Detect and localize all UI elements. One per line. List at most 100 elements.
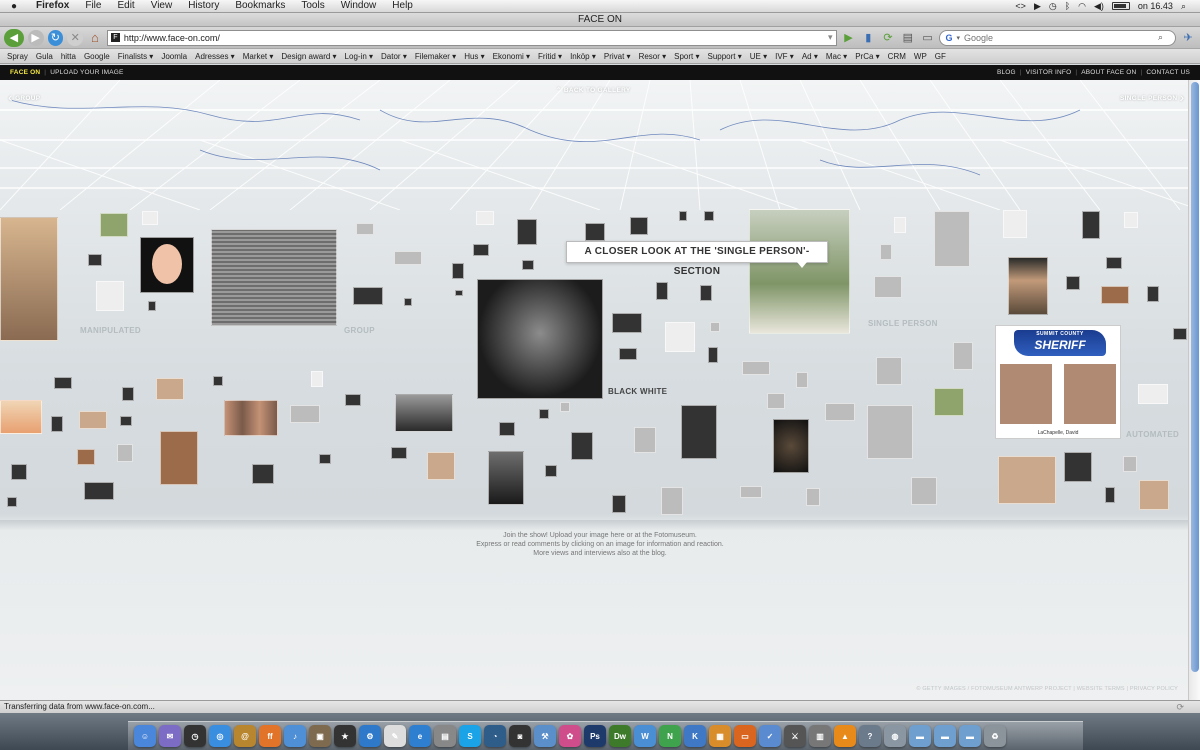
bookmark-item[interactable]: Ad ▾ — [798, 52, 822, 61]
dock-xcode-icon[interactable]: ⚒ — [534, 725, 556, 747]
gallery-thumbnail[interactable] — [100, 213, 128, 237]
gallery-thumbnail[interactable] — [473, 244, 489, 256]
gallery-thumbnail[interactable] — [117, 444, 133, 462]
sync-bookmarks-icon[interactable]: ⟳ — [880, 30, 896, 46]
gallery-thumbnail[interactable] — [120, 416, 132, 426]
gallery-thumbnail[interactable] — [122, 387, 134, 401]
menubar-clock[interactable]: on 16.43 — [1138, 1, 1173, 11]
dock-folder-1-icon[interactable]: ▬ — [909, 725, 931, 747]
gallery-thumbnail[interactable] — [767, 393, 785, 409]
dock-folder-3-icon[interactable]: ▬ — [959, 725, 981, 747]
dock-safari-icon[interactable]: ◎ — [209, 725, 231, 747]
menu-edit[interactable]: Edit — [109, 0, 142, 12]
gallery-thumbnail[interactable] — [54, 377, 72, 389]
gallery-thumbnail[interactable] — [1064, 452, 1092, 482]
gallery-thumbnail[interactable] — [353, 287, 383, 305]
bookmark-item[interactable]: Filemaker ▾ — [411, 52, 460, 61]
dock-skype-icon[interactable]: S — [459, 725, 481, 747]
about-link[interactable]: ABOUT FACE ON — [1081, 69, 1136, 76]
back-arrow-icon[interactable]: ◀ — [4, 28, 24, 47]
gallery-thumbnail[interactable] — [656, 282, 668, 300]
gallery-photo-bw-portrait[interactable] — [681, 405, 717, 459]
gallery-photo-curly-hair[interactable] — [773, 419, 809, 473]
bookmark-item[interactable]: Resor ▾ — [635, 52, 671, 61]
gallery-thumbnail[interactable] — [311, 371, 323, 387]
gallery-thumbnail[interactable] — [1138, 384, 1168, 404]
blog-link[interactable]: BLOG — [997, 69, 1016, 76]
sync-icon[interactable]: ▶ — [1034, 1, 1041, 12]
search-input[interactable] — [964, 32, 1154, 43]
dock-itunes-icon[interactable]: ♪ — [284, 725, 306, 747]
contact-link[interactable]: CONTACT US — [1146, 69, 1190, 76]
gallery-thumbnail[interactable] — [1123, 456, 1137, 472]
gallery-photo-street-scene[interactable] — [395, 394, 453, 432]
gallery-thumbnail[interactable] — [7, 497, 17, 507]
bookmark-item[interactable]: Finalists ▾ — [114, 52, 158, 61]
screen-icon[interactable]: ▭ — [920, 30, 936, 46]
gallery-thumbnail[interactable] — [571, 432, 593, 460]
gallery-thumbnail[interactable] — [825, 403, 855, 421]
gallery-thumbnail[interactable] — [619, 348, 637, 360]
gallery-thumbnail[interactable] — [391, 447, 407, 459]
section-label-single-person[interactable]: SINGLE PERSON — [868, 319, 938, 328]
dock-dreamweaver-icon[interactable]: Dw — [609, 725, 631, 747]
gallery-thumbnail[interactable] — [560, 402, 570, 412]
gallery-thumbnail[interactable] — [252, 464, 274, 484]
gallery-thumbnail[interactable] — [710, 322, 720, 332]
bookmark-item[interactable]: UE ▾ — [746, 52, 771, 61]
bookmark-sidebar-icon[interactable]: ▮ — [860, 30, 876, 46]
bookmark-item[interactable]: Privat ▾ — [600, 52, 635, 61]
gallery-thumbnail[interactable] — [953, 342, 973, 370]
gallery-thumbnail[interactable] — [880, 244, 892, 260]
scrollbar-thumb[interactable] — [1191, 82, 1199, 672]
dock-mail-icon[interactable]: ✉ — [159, 725, 181, 747]
menu-history[interactable]: History — [180, 0, 227, 12]
gallery-photo-sheriff-poster[interactable]: SUMMIT COUNTY SHERIFF LaChapelle, David — [995, 325, 1121, 439]
volume-icon[interactable]: ◀) — [1094, 1, 1104, 12]
gallery-thumbnail[interactable] — [1101, 286, 1129, 304]
gallery-thumbnail[interactable] — [585, 223, 605, 241]
menu-window[interactable]: Window — [333, 0, 385, 12]
url-text[interactable]: http://www.face-on.com/ — [124, 33, 220, 43]
page-scrollbar[interactable] — [1188, 80, 1200, 700]
gallery-photo-bw-portrait-woman[interactable] — [488, 451, 524, 505]
gallery-thumbnail[interactable] — [1082, 211, 1100, 239]
gallery-photo-redhead-woman[interactable] — [998, 456, 1056, 504]
gallery-thumbnail[interactable] — [894, 217, 906, 233]
gallery-thumbnail[interactable] — [148, 301, 156, 311]
gallery-thumbnail[interactable] — [319, 454, 331, 464]
bookmark-item[interactable]: Adresses ▾ — [191, 52, 239, 61]
bookmark-item[interactable]: Market ▾ — [239, 52, 278, 61]
section-label-manipulated[interactable]: MANIPULATED — [80, 326, 141, 335]
gallery-thumbnail[interactable] — [874, 276, 902, 298]
bookmark-item[interactable]: Gula — [32, 52, 57, 61]
gallery-thumbnail[interactable] — [708, 347, 718, 363]
url-dropdown-icon[interactable]: ▾ — [828, 32, 833, 43]
gallery-photo-woman-portrait[interactable] — [160, 431, 198, 485]
gallery-thumbnail[interactable] — [142, 211, 158, 225]
gallery-photo-blonde-woman[interactable] — [0, 217, 58, 341]
battery-icon[interactable] — [1111, 2, 1130, 10]
gallery-thumbnail[interactable] — [911, 477, 937, 505]
google-search-engine-icon[interactable]: G — [945, 33, 952, 43]
dock-preview-icon[interactable]: ▤ — [434, 725, 456, 747]
gallery-thumbnail[interactable] — [539, 409, 549, 419]
gallery-thumbnail[interactable] — [679, 211, 687, 221]
dock-network-icon[interactable]: ◍ — [884, 725, 906, 747]
dock-script-icon[interactable]: ✓ — [759, 725, 781, 747]
visitor-info-link[interactable]: VISITOR INFO — [1026, 69, 1072, 76]
gallery-thumbnail[interactable] — [661, 487, 683, 515]
url-bar[interactable]: F http://www.face-on.com/ ▾ — [106, 29, 837, 46]
timemachine-icon[interactable]: ◷ — [1049, 1, 1057, 12]
dock-ie-icon[interactable]: e — [409, 725, 431, 747]
gallery-thumbnail[interactable] — [1139, 480, 1169, 510]
dock-finder-icon[interactable]: ☺ — [134, 725, 156, 747]
gallery-thumbnail[interactable] — [634, 427, 656, 453]
wifi-icon[interactable]: ◠ — [1078, 1, 1086, 12]
gallery-thumbnail[interactable] — [51, 416, 63, 432]
gallery-thumbnail[interactable] — [806, 488, 820, 506]
gallery-thumbnail[interactable] — [704, 211, 714, 221]
dock-numbers-icon[interactable]: N — [659, 725, 681, 747]
gallery-thumbnail[interactable] — [427, 452, 455, 480]
gallery-thumbnail[interactable] — [1147, 286, 1159, 302]
